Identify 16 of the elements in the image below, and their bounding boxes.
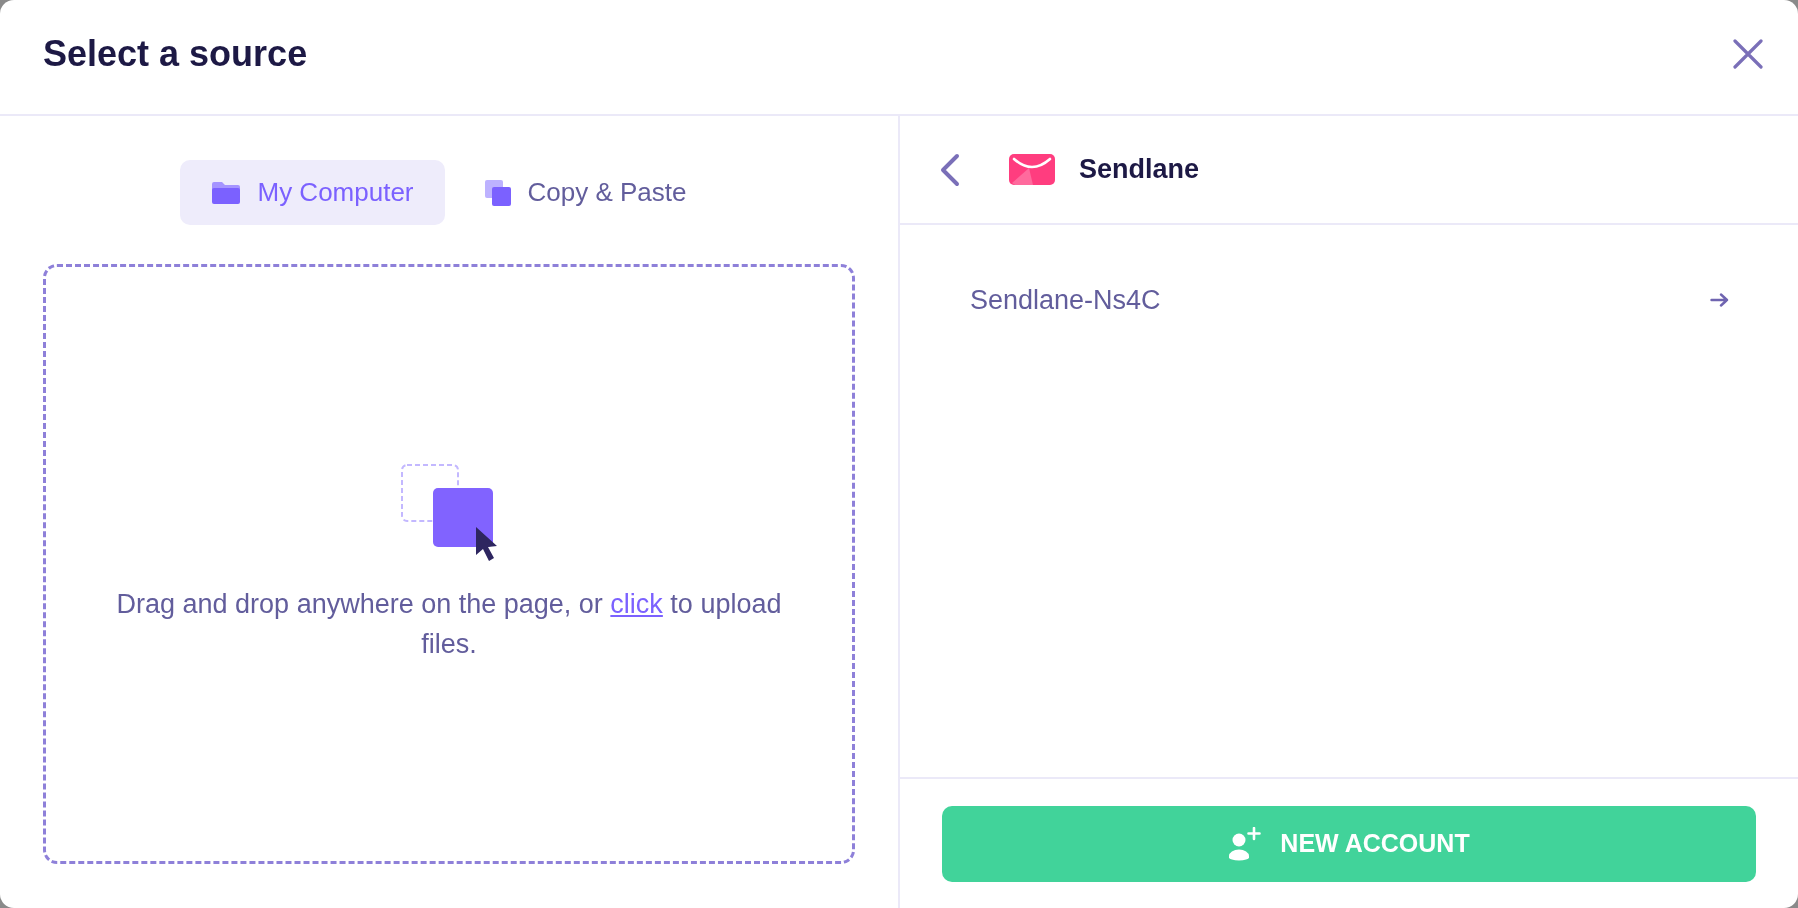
upload-instructions: Drag and drop anywhere on the page, or click to upload files. bbox=[115, 588, 783, 661]
source-name: Sendlane bbox=[1079, 153, 1200, 187]
drag-drop-icon bbox=[401, 464, 497, 562]
dialog-title: Select a source bbox=[43, 32, 308, 76]
envelope-logo-icon bbox=[1009, 154, 1055, 185]
close-icon[interactable] bbox=[1733, 39, 1763, 69]
arrow-right-icon bbox=[1710, 293, 1729, 307]
copy-icon bbox=[484, 179, 511, 206]
drop-zone[interactable]: Drag and drop anywhere on the page, or click to upload files. bbox=[43, 264, 855, 864]
back-icon[interactable] bbox=[940, 152, 960, 187]
upload-link[interactable]: click bbox=[610, 589, 663, 619]
add-user-icon bbox=[1228, 827, 1262, 861]
account-item[interactable]: Sendlane-Ns4C bbox=[942, 250, 1756, 350]
source-tab[interactable]: My Computer bbox=[180, 160, 445, 225]
folder-icon bbox=[212, 181, 241, 204]
source-tab[interactable]: Copy & Paste bbox=[452, 160, 718, 225]
